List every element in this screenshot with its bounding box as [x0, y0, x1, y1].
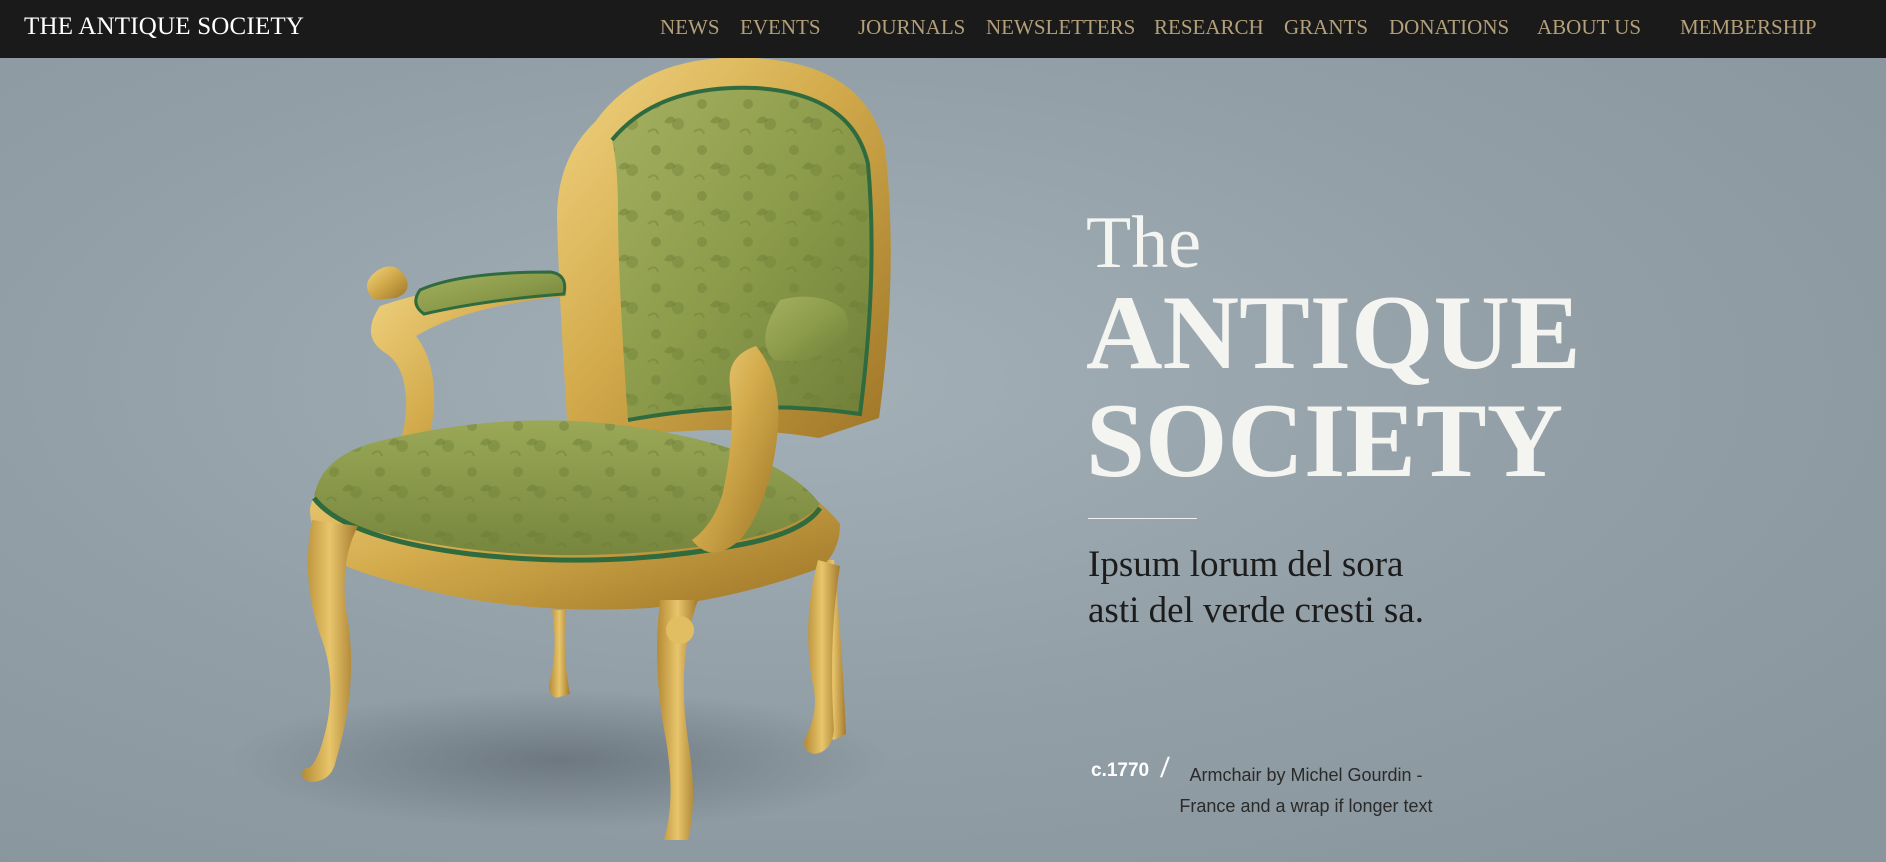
hero-tagline-line: Ipsum lorum del sora: [1088, 544, 1404, 585]
caption-year: c.1770: [1091, 760, 1150, 781]
nav-donations[interactable]: DONATIONS: [1389, 15, 1509, 40]
hero-title: ANTIQUE SOCIETY: [1086, 279, 1581, 495]
hero-title-line: SOCIETY: [1086, 382, 1564, 499]
nav-events[interactable]: EVENTS: [740, 15, 821, 40]
nav-newsletters[interactable]: NEWSLETTERS: [986, 15, 1135, 40]
caption-text: Armchair by Michel Gourdin - France and …: [1179, 765, 1433, 816]
nav-news[interactable]: NEWS: [660, 15, 720, 40]
hero-tagline: Ipsum lorum del sora asti del verde cres…: [1088, 542, 1424, 634]
hero-tagline-line: asti del verde cresti sa.: [1088, 590, 1424, 631]
top-navigation-bar: THE ANTIQUE SOCIETY NEWS EVENTS JOURNALS…: [0, 0, 1886, 58]
hero-the-word: The: [1086, 202, 1202, 284]
hero-divider: [1088, 518, 1197, 519]
nav-journals[interactable]: JOURNALS: [858, 15, 965, 40]
nav-about-us[interactable]: ABOUT US: [1537, 15, 1641, 40]
nav-grants[interactable]: GRANTS: [1284, 15, 1368, 40]
nav-research[interactable]: RESEARCH: [1154, 15, 1264, 40]
hero-armchair-image: [0, 58, 1886, 862]
nav-membership[interactable]: MEMBERSHIP: [1680, 15, 1817, 40]
brand-logo-link[interactable]: THE ANTIQUE SOCIETY: [24, 13, 304, 41]
hero-title-line: ANTIQUE: [1086, 274, 1581, 391]
